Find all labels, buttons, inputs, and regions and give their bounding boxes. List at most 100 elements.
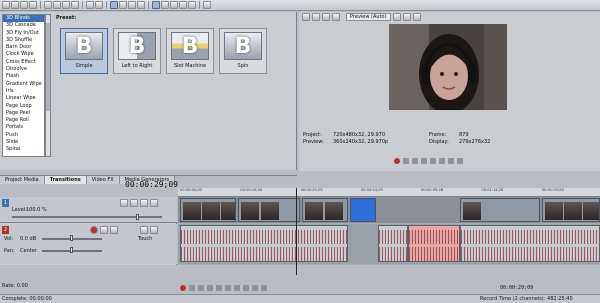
transition-list-scrollbar[interactable]: [45, 14, 51, 157]
edit-tool-icon[interactable]: [110, 1, 118, 9]
audio-clip[interactable]: [460, 225, 600, 262]
transition-list-item[interactable]: Page Roll: [3, 117, 44, 124]
go-to-start-icon[interactable]: [234, 285, 240, 291]
play-from-start-icon[interactable]: [198, 285, 204, 291]
audio-clip[interactable]: [180, 225, 348, 262]
next-frame-icon[interactable]: [457, 158, 463, 164]
lock-envelopes-icon[interactable]: [179, 1, 187, 9]
undo-icon[interactable]: [86, 1, 94, 9]
track-fx-icon[interactable]: [130, 199, 138, 207]
video-fx-icon[interactable]: [322, 13, 330, 21]
tab-video-fx[interactable]: Video FX: [86, 176, 120, 184]
transition-list-item[interactable]: Gradient Wipe: [3, 81, 44, 88]
audio-track-lane[interactable]: [178, 224, 600, 264]
transition-list-item[interactable]: Dissolve: [3, 66, 44, 73]
redo-icon[interactable]: [95, 1, 103, 9]
loop-icon[interactable]: [189, 285, 195, 291]
split-screen-icon[interactable]: [332, 13, 340, 21]
mute-icon[interactable]: [140, 199, 148, 207]
preview-quality-dropdown[interactable]: Preview (Auto): [346, 13, 391, 21]
delete-icon[interactable]: [71, 1, 79, 9]
transition-list-item[interactable]: Clock Wipe: [3, 51, 44, 58]
transition-list-item[interactable]: 3D Blinds: [3, 15, 44, 23]
transition-list-item[interactable]: 3D Shuffle: [3, 37, 44, 44]
cut-icon[interactable]: [44, 1, 52, 9]
stop-icon[interactable]: [439, 158, 445, 164]
preset-spin[interactable]: B Spin: [219, 28, 267, 74]
video-clip-title[interactable]: [350, 198, 376, 222]
tab-transitions[interactable]: Transitions: [44, 176, 87, 184]
stop-icon[interactable]: [225, 285, 231, 291]
transition-list-item[interactable]: Page Peel: [3, 110, 44, 117]
track-motion-icon[interactable]: [120, 199, 128, 207]
transition-list-item[interactable]: Slide: [3, 139, 44, 146]
overlays-icon[interactable]: [392, 13, 401, 21]
video-track-lane[interactable]: [178, 197, 600, 223]
pan-slider-knob[interactable]: [70, 247, 73, 253]
auto-ripple-icon[interactable]: [170, 1, 178, 9]
prev-frame-icon[interactable]: [448, 158, 454, 164]
transition-list-item[interactable]: Linear Wipe: [3, 95, 44, 102]
go-to-end-icon[interactable]: [243, 285, 249, 291]
zoom-tool-icon[interactable]: [137, 1, 145, 9]
track-fx-icon[interactable]: [110, 226, 118, 234]
preset-left-to-right[interactable]: B Left to Right: [113, 28, 161, 74]
paste-icon[interactable]: [62, 1, 70, 9]
selection-tool-icon[interactable]: [128, 1, 136, 9]
transition-list-item[interactable]: Cross Effect: [3, 59, 44, 66]
pause-icon[interactable]: [430, 158, 436, 164]
copy-icon[interactable]: [53, 1, 61, 9]
properties-icon[interactable]: [29, 1, 37, 9]
project-properties-icon[interactable]: [302, 13, 310, 21]
audio-track-header[interactable]: 2 Vol: 0.0 dB Pan: Center Touch: [0, 224, 177, 264]
loop-icon[interactable]: [403, 158, 409, 164]
envelope-tool-icon[interactable]: [119, 1, 127, 9]
vol-slider-knob[interactable]: [70, 235, 73, 241]
level-slider-knob[interactable]: [136, 214, 139, 220]
transition-list-item[interactable]: Iris: [3, 88, 44, 95]
play-from-start-icon[interactable]: [412, 158, 418, 164]
copy-snapshot-icon[interactable]: [402, 13, 411, 21]
video-clip[interactable]: [542, 198, 600, 222]
video-track-header[interactable]: 1 Level: 100.0 %: [0, 197, 177, 223]
save-icon[interactable]: [20, 1, 28, 9]
touch-mode[interactable]: Touch: [138, 236, 152, 242]
transition-list-item[interactable]: Flash: [3, 73, 44, 80]
save-snapshot-icon[interactable]: [412, 13, 421, 21]
solo-icon[interactable]: [150, 199, 158, 207]
mute-icon[interactable]: [140, 226, 148, 234]
play-icon[interactable]: [207, 285, 213, 291]
open-icon[interactable]: [11, 1, 19, 9]
transition-list-item[interactable]: Page Loop: [3, 103, 44, 110]
pause-icon[interactable]: [216, 285, 222, 291]
preset-simple[interactable]: B Simple: [60, 28, 108, 74]
preset-slot-machine[interactable]: B Slot Machine: [166, 28, 214, 74]
snapping-icon[interactable]: [152, 1, 160, 9]
playhead-cursor[interactable]: [296, 188, 297, 275]
timeline-tracks[interactable]: [178, 197, 600, 265]
video-clip[interactable]: [302, 198, 348, 222]
new-project-icon[interactable]: [2, 1, 10, 9]
transition-list[interactable]: 3D Blinds 3D Cascade 3D Fly In/Out 3D Shuff…: [2, 14, 45, 157]
transition-list-item[interactable]: 3D Fly In/Out: [3, 30, 44, 37]
timeline-ruler[interactable]: 00:00:00;00 00:00:15;00 00:00:29;29 00:00:4…: [178, 188, 600, 197]
record-icon[interactable]: [394, 158, 400, 164]
transition-list-item[interactable]: 3D Cascade: [3, 22, 44, 29]
transition-list-item[interactable]: Barn Door: [3, 44, 44, 51]
record-icon[interactable]: [180, 285, 186, 291]
video-clip[interactable]: [460, 198, 540, 222]
next-frame-icon[interactable]: [261, 285, 267, 291]
play-icon[interactable]: [421, 158, 427, 164]
transition-list-item[interactable]: Portals: [3, 124, 44, 131]
external-monitor-icon[interactable]: [312, 13, 320, 21]
help-icon[interactable]: [203, 1, 211, 9]
transition-list-item[interactable]: Spiral: [3, 146, 44, 153]
scrollbar-thumb[interactable]: [46, 23, 50, 111]
video-clip[interactable]: [180, 198, 236, 222]
tab-project-media[interactable]: Project Media: [0, 176, 45, 184]
transition-list-item[interactable]: Push: [3, 132, 44, 139]
auto-crossfade-icon[interactable]: [161, 1, 169, 9]
invert-phase-icon[interactable]: [100, 226, 108, 234]
video-clip[interactable]: [238, 198, 300, 222]
solo-icon[interactable]: [150, 226, 158, 234]
